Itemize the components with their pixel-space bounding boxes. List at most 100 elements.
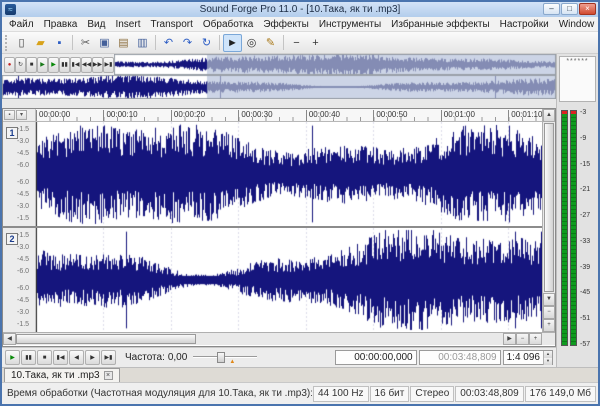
zoom-in-button[interactable]: + <box>306 34 325 52</box>
close-button[interactable]: × <box>579 3 596 15</box>
menu-item-6[interactable]: Эффекты <box>258 17 313 32</box>
repeat-button[interactable]: ↻ <box>197 34 216 52</box>
copy-button[interactable]: ▣ <box>95 34 114 52</box>
horizontal-scroll-track[interactable] <box>16 333 503 345</box>
playbar-stop-button[interactable]: ■ <box>37 350 52 365</box>
ruler-options-icon[interactable]: ▾ <box>16 110 27 120</box>
vertical-scroll-thumb[interactable] <box>544 123 554 292</box>
transport-forward-button[interactable]: ▶▶ <box>92 57 103 73</box>
trim-button[interactable]: ▥ <box>133 34 152 52</box>
scroll-right-button[interactable]: ▶ <box>503 333 516 345</box>
undo-button[interactable]: ↶ <box>159 34 178 52</box>
menu-item-8[interactable]: Избранные эффекты <box>386 17 494 32</box>
transport-go-to-start-button[interactable]: ▮◀ <box>70 57 81 73</box>
zoom-ratio-down-button[interactable]: ▼ <box>544 358 552 365</box>
save-icon: ▪ <box>58 37 62 49</box>
cut-button[interactable]: ✂ <box>76 34 95 52</box>
playbar-step-back-button[interactable]: ◀ <box>69 350 84 365</box>
menu-item-9[interactable]: Настройки <box>495 17 554 32</box>
pause-icon: ▮▮ <box>61 61 68 68</box>
ruler-lock-icon[interactable]: ▪ <box>4 110 15 120</box>
edit-tool-button[interactable]: ► <box>223 34 242 52</box>
zoom-out-time-button[interactable]: − <box>516 333 529 345</box>
file-tab[interactable]: 10.Така, як ти .mp3 × <box>4 368 120 382</box>
menu-item-4[interactable]: Transport <box>145 17 197 32</box>
zoom-in-level-button[interactable]: + <box>543 319 555 332</box>
db-label: -1.5 <box>17 232 29 239</box>
vertical-scrollbar: ▲ ▼ − + <box>542 109 555 332</box>
menu-item-10[interactable]: Window <box>554 17 600 32</box>
transport-play-button[interactable]: ▶ <box>48 57 59 73</box>
zoom-out-level-button[interactable]: − <box>543 306 555 319</box>
open-file-icon: ▰ <box>36 36 44 49</box>
playbar-play-button[interactable]: ▶ <box>5 350 20 365</box>
transport-stop-button[interactable]: ■ <box>26 57 37 73</box>
vertical-scroll-track[interactable] <box>543 122 555 293</box>
zoom-out-button[interactable]: − <box>287 34 306 52</box>
ruler-time-label: 00:00:50 <box>373 110 407 121</box>
paste-button[interactable]: ▤ <box>114 34 133 52</box>
meter-panel: ****** -3-9-15-21-27-33-39-45-51-57 <box>556 54 598 367</box>
open-file-button[interactable]: ▰ <box>31 34 50 52</box>
play-icon: ▶ <box>10 354 15 361</box>
zoom-ratio-up-button[interactable]: ▲ <box>544 351 552 358</box>
play-all-icon: ▶ <box>40 61 45 68</box>
ruler-time-label: 00:00:10 <box>103 110 137 121</box>
waveform-channel-1-canvas[interactable] <box>36 122 542 226</box>
zoom-in-time-button[interactable]: + <box>529 333 542 345</box>
titlebar[interactable]: ≈ Sound Forge Pro 11.0 - [10.Така, як ти… <box>2 2 598 17</box>
channel-2-row: 2 -1.5-1.5-3.0-3.0-4.5-4.5-6.0-6.0 <box>3 228 555 332</box>
transport-loop-playback-button[interactable]: ↻ <box>15 57 26 73</box>
menu-item-1[interactable]: Правка <box>39 17 83 32</box>
transport-record-button[interactable]: ● <box>4 57 15 73</box>
redo-button[interactable]: ↷ <box>178 34 197 52</box>
frequency-slider[interactable]: ▲ <box>193 351 257 365</box>
transport-rewind-button[interactable]: ◀◀ <box>81 57 92 73</box>
meter-panel-grip[interactable]: ****** <box>559 56 596 102</box>
maximize-button[interactable]: □ <box>561 3 578 15</box>
frequency-slider-track[interactable] <box>193 356 257 358</box>
total-length-box[interactable]: 00:03:48,809 <box>419 350 501 365</box>
data-window: ▪▾ 00:00:0000:00:1000:00:2000:00:3000:00… <box>2 108 556 347</box>
playbar-go-to-end-button[interactable]: ▶▮ <box>101 350 116 365</box>
menu-item-5[interactable]: Обработка <box>198 17 258 32</box>
horizontal-scroll-thumb[interactable] <box>16 334 196 344</box>
toolbar-separator <box>283 35 284 50</box>
db-label: -1.5 <box>17 126 29 133</box>
playbar-pause-button[interactable]: ▮▮ <box>21 350 36 365</box>
playbar-go-to-start-button[interactable]: ▮◀ <box>53 350 68 365</box>
scroll-left-button[interactable]: ◀ <box>3 333 16 345</box>
minimize-button[interactable]: – <box>543 3 560 15</box>
playbar-step-forward-button[interactable]: ▶ <box>85 350 100 365</box>
menu-item-2[interactable]: Вид <box>82 17 110 32</box>
frequency-slider-thumb[interactable] <box>217 352 225 363</box>
cursor-position-box[interactable]: 00:00:00,000 <box>335 350 417 365</box>
pencil-tool-button[interactable]: ✎ <box>261 34 280 52</box>
zoom-out-icon: − <box>293 37 299 49</box>
save-button[interactable]: ▪ <box>50 34 69 52</box>
db-label: -3.0 <box>17 138 29 145</box>
db-label: -4.5 <box>17 150 29 157</box>
status-cell-2: Стерео <box>410 386 454 402</box>
waveform-channel-2-canvas[interactable] <box>36 228 542 332</box>
menu-item-3[interactable]: Insert <box>110 17 145 32</box>
menu-items: ФайлПравкаВидInsertTransportОбработкаЭфф… <box>4 17 600 32</box>
menu-item-0[interactable]: Файл <box>4 17 39 32</box>
magnify-tool-button[interactable]: ◎ <box>242 34 261 52</box>
transport-pause-button[interactable]: ▮▮ <box>59 57 70 73</box>
menu-item-7[interactable]: Инструменты <box>314 17 386 32</box>
ruler-time-label: 00:00:20 <box>171 110 205 121</box>
copy-icon: ▣ <box>99 36 109 49</box>
frequency-value: 0,00 <box>168 352 187 363</box>
transport-go-to-end-button[interactable]: ▶▮ <box>103 57 114 73</box>
transport-play-all-button[interactable]: ▶ <box>37 57 48 73</box>
scroll-down-button[interactable]: ▼ <box>543 293 555 306</box>
time-ruler[interactable]: 00:00:0000:00:1000:00:2000:00:3000:00:40… <box>36 109 542 121</box>
scroll-up-button[interactable]: ▲ <box>543 109 555 122</box>
overview-waveform-channel-1[interactable] <box>114 54 556 75</box>
magnify-tool-icon: ◎ <box>247 36 257 49</box>
new-file-button[interactable]: ▯ <box>12 34 31 52</box>
overview-waveform-channel-2[interactable] <box>2 75 556 99</box>
zoom-ratio-box[interactable]: 1:4 096 ▲ ▼ <box>503 350 553 365</box>
tab-close-icon[interactable]: × <box>104 371 113 380</box>
